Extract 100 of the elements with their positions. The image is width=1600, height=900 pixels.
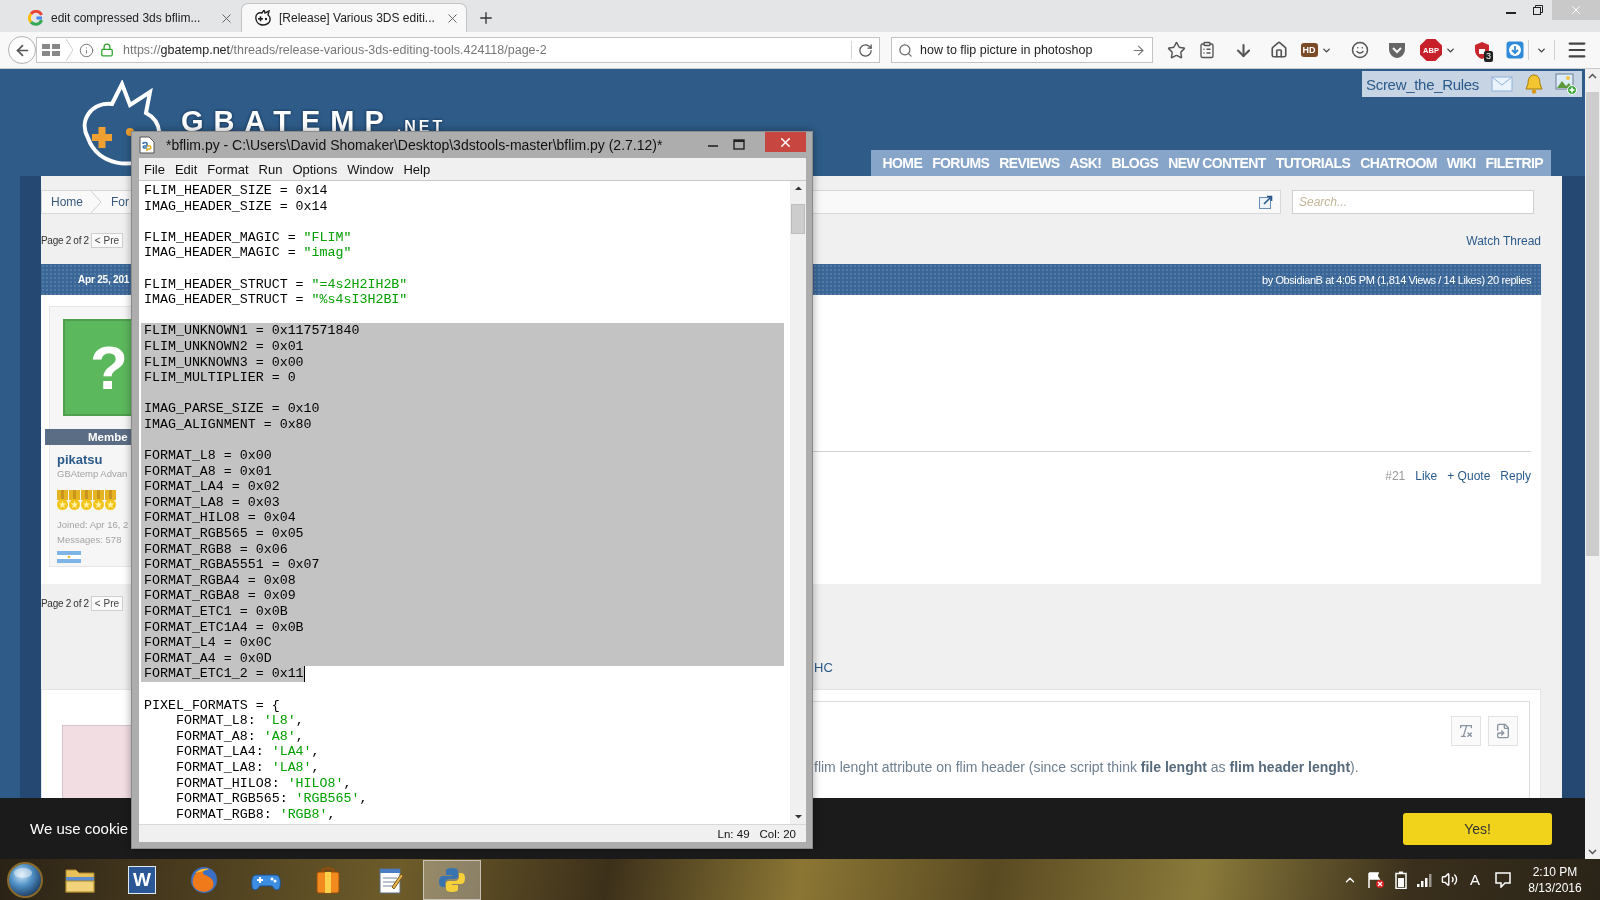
- search-field[interactable]: Search...: [1292, 190, 1534, 214]
- breadcrumb-link[interactable]: Home: [51, 195, 83, 209]
- badge-count: 3: [1484, 51, 1493, 62]
- browser-tab[interactable]: edit compressed 3ds bflim...: [15, 3, 241, 32]
- smiley-icon[interactable]: [1351, 41, 1369, 59]
- cookie-text: We use cookie: [30, 820, 129, 837]
- menu-icon[interactable]: [1566, 39, 1588, 61]
- address-field[interactable]: https://gbatemp.net/threads/release-various-3ds-editing-tools.424118/page-2: [36, 37, 880, 63]
- signal-icon[interactable]: [1417, 872, 1433, 887]
- lock-icon[interactable]: [100, 43, 114, 57]
- menu-item[interactable]: Help: [403, 161, 431, 177]
- prev-page-button[interactable]: < Pre: [90, 233, 124, 248]
- accept-button[interactable]: Yes!: [1403, 812, 1552, 845]
- post-date: Apr 25, 201: [78, 274, 130, 285]
- code-line: FLIM_HEADER_SIZE = 0x14: [143, 183, 329, 199]
- browser-tab[interactable]: [Release] Various 3DS editi...: [241, 3, 467, 32]
- code-line: FORMAT_RGB8: 'RGB8',: [174, 806, 337, 823]
- username-link[interactable]: Screw_the_Rules: [1366, 75, 1480, 93]
- speaker-icon[interactable]: [1440, 871, 1458, 888]
- code-line: FORMAT_LA4: 'LA4',: [174, 744, 321, 760]
- menu-item[interactable]: Format: [207, 161, 249, 177]
- box-icon[interactable]: [314, 864, 342, 895]
- image-add-icon[interactable]: [1555, 73, 1577, 95]
- scrollbar-thumb[interactable]: [1586, 92, 1599, 556]
- code-line: IMAG_HEADER_STRUCT = "%s4sI3H2BI": [143, 292, 409, 308]
- go-arrow-icon[interactable]: [1131, 42, 1146, 58]
- code-line: FORMAT_ETC1_2 = 0x11: [141, 666, 784, 682]
- logo-suffix: .NET: [396, 119, 446, 134]
- menu-item[interactable]: File: [144, 161, 165, 177]
- medal-icon: [105, 490, 116, 510]
- hd-tile[interactable]: HD: [1300, 43, 1318, 57]
- editor-text: flim lenght attribute on flim header (since script think file lenght as flim header lenght).: [814, 758, 1359, 776]
- letter-tile-icon[interactable]: W: [128, 865, 156, 894]
- reload-icon[interactable]: [858, 42, 873, 58]
- start-orb-icon[interactable]: [6, 860, 44, 899]
- info-icon[interactable]: [79, 42, 94, 58]
- message-count: Messages: 578: [57, 533, 122, 546]
- code-line: IMAG_HEADER_MAGIC = "imag": [143, 245, 353, 261]
- download-icon[interactable]: [1506, 41, 1524, 59]
- document-arrow-icon: [1495, 723, 1511, 739]
- post-action-link[interactable]: + Quote: [1447, 468, 1491, 484]
- logo-text: GBATEMP: [181, 108, 394, 134]
- close-button[interactable]: [765, 132, 806, 152]
- battery-icon[interactable]: [1395, 870, 1407, 889]
- code-line: PIXEL_FORMATS = {: [143, 697, 281, 714]
- input-indicator[interactable]: A: [1470, 871, 1480, 888]
- clock-time: 2:10 PM: [1532, 863, 1578, 880]
- search-text: how to flip picture in photoshop: [920, 43, 1094, 57]
- watch-thread-link[interactable]: Watch Thread: [1466, 233, 1541, 248]
- flag-icon: [57, 551, 81, 563]
- code-line: FORMAT_L8: 'L8',: [174, 713, 305, 729]
- notification-icon[interactable]: [1495, 871, 1511, 888]
- code-line: IMAG_HEADER_SIZE = 0x14: [143, 198, 329, 215]
- chevron-icon: [66, 39, 73, 61]
- prev-page-button[interactable]: < Pre: [90, 596, 124, 611]
- post-action-link[interactable]: Reply: [1500, 468, 1531, 484]
- close-icon: [1569, 3, 1583, 17]
- maximize-icon[interactable]: [733, 139, 745, 151]
- user-title: GBAtemp Advan: [57, 467, 128, 480]
- menu-item[interactable]: Edit: [174, 161, 198, 177]
- url-text: https://gbatemp.net/threads/release-various-3ds-editing-tools.424118/page-2: [123, 43, 548, 57]
- medal-icon: [81, 490, 92, 510]
- post-number: #21: [1385, 468, 1406, 484]
- code-line: FORMAT_LA8: 'LA8',: [174, 759, 321, 776]
- back-button[interactable]: [8, 36, 36, 64]
- restore-icon[interactable]: [1533, 5, 1543, 15]
- menu-item[interactable]: Window: [347, 161, 394, 177]
- clipboard-list-icon[interactable]: [1198, 41, 1216, 59]
- ring-logo-icon: [28, 10, 44, 26]
- search-field[interactable]: how to flip picture in photoshop: [891, 37, 1153, 63]
- menu-item[interactable]: Options: [292, 161, 338, 177]
- mascot-icon: [254, 10, 272, 26]
- remove-format-button[interactable]: [1451, 716, 1481, 746]
- author-name[interactable]: pikatsu: [57, 452, 103, 467]
- search-icon: [898, 42, 913, 58]
- join-date: Joined: Apr 16, 2: [57, 518, 129, 531]
- code-line: FORMAT_RGB565: 'RGB565',: [174, 791, 369, 807]
- globe-icon[interactable]: [189, 864, 219, 895]
- medal-icon: [69, 490, 80, 510]
- star-icon[interactable]: [1166, 40, 1186, 60]
- breadcrumb-link[interactable]: For: [111, 195, 129, 209]
- home-icon[interactable]: [1270, 41, 1288, 59]
- post-action-link[interactable]: Like: [1415, 468, 1438, 484]
- flag-alert-icon[interactable]: [1367, 870, 1385, 889]
- remove-formatting-icon: [1458, 723, 1474, 739]
- code-line: FLIM_HEADER_STRUCT = "=4s2H2IH2B": [143, 276, 409, 293]
- window-title: *bflim.py - C:\Users\David Shomaker\Desktop\3dstools-master\bflim.py (2.7.12)*: [166, 137, 663, 153]
- scrollbar-thumb[interactable]: [791, 204, 805, 234]
- chevron-shield-icon[interactable]: [1388, 41, 1406, 59]
- signature-link[interactable]: HC: [814, 660, 833, 675]
- page-indicator: Page 2 of 2: [41, 598, 89, 609]
- external-link-icon[interactable]: [1259, 195, 1273, 209]
- menu-item[interactable]: Run: [258, 161, 283, 177]
- question-mark-glyph: ?: [90, 335, 128, 400]
- document-button[interactable]: [1488, 716, 1518, 746]
- thread-meta-text: by ObsidianB at 4:05 PM (1,814 Views / 14 Likes) 20 replies: [1261, 273, 1531, 286]
- grid-icon[interactable]: [42, 44, 60, 56]
- taskbar-button[interactable]: [423, 859, 481, 900]
- code-line: FORMAT_HILO8: 'HILO8',: [174, 775, 353, 792]
- taskbar-button[interactable]: W: [113, 859, 171, 900]
